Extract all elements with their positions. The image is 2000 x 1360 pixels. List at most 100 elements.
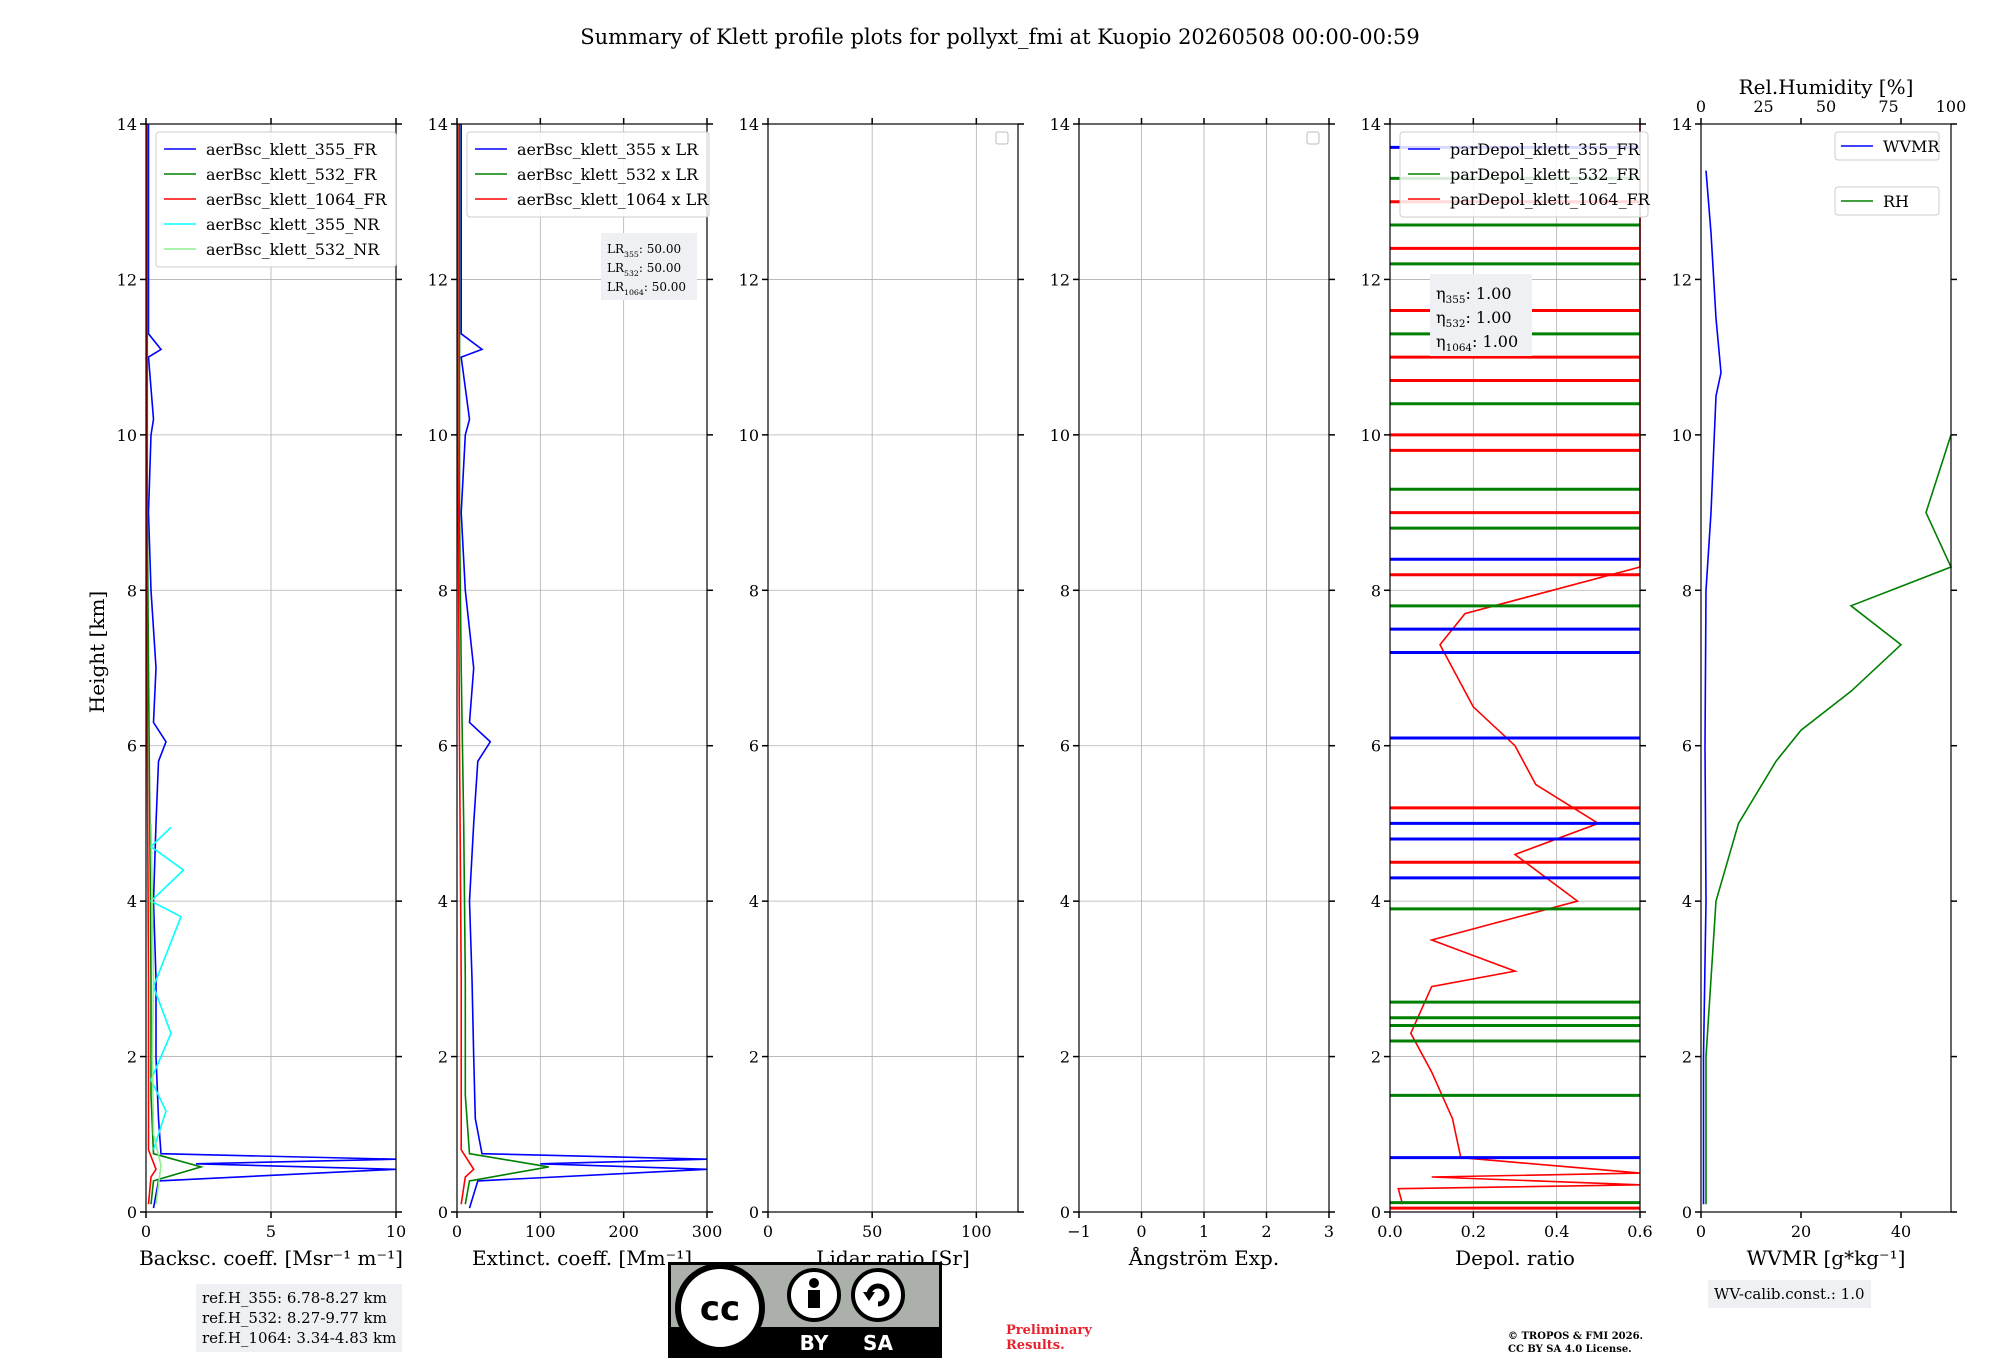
x-tick-label: 0.0 <box>1377 1222 1402 1241</box>
legend-bsc: aerBsc_klett_355_FR aerBsc_klett_532_FRae… <box>155 131 397 268</box>
x-tick-label: 40 <box>1891 1222 1911 1241</box>
x-axis-label: Backsc. coeff. [Msr⁻¹ m⁻¹] <box>139 1246 403 1270</box>
y-tick-label: 4 <box>1682 892 1692 911</box>
wv-calibration-box: WV-calib.const.: 1.0 <box>1708 1280 1871 1308</box>
y-tick-label: 2 <box>438 1048 448 1067</box>
y-tick-label: 12 <box>1361 270 1381 289</box>
legend-label: aerBsc_klett_355 x LR <box>517 140 699 159</box>
y-axis-label: Height [km] <box>85 591 109 713</box>
x-tick-label: 1 <box>1199 1222 1209 1241</box>
legend-label: WVMR <box>1883 137 1940 156</box>
y-tick-label: 6 <box>1371 737 1381 756</box>
panel-wv: 024681012140 20 40WVMR [g*kg⁻¹]0 25 50 75 100R… <box>1672 75 1967 1270</box>
series-RH <box>1705 434 1953 1205</box>
y-tick-label: 6 <box>749 737 759 756</box>
ref-height-1064: ref.H_1064: 3.34-4.83 km <box>202 1329 397 1347</box>
panel-lr: 024681012140 50 100Lidar ratio [Sr] <box>739 115 1024 1270</box>
preliminary-line-1: Preliminary <box>1006 1323 1092 1338</box>
y-tick-label: 10 <box>1672 426 1692 445</box>
x-axis-label: Extinct. coeff. [Mm⁻¹] <box>472 1246 692 1270</box>
legend-ext: aerBsc_klett_355 x LR aerBsc_klett_532 x … <box>466 131 710 218</box>
legend-label: aerBsc_klett_1064_FR <box>206 190 388 209</box>
y-tick-label: 12 <box>428 270 448 289</box>
series-aerBsc_klett_355_FR <box>147 124 397 1209</box>
empty-legend-box <box>995 131 1009 145</box>
y-tick-label: 12 <box>739 270 759 289</box>
y-tick-label: 10 <box>428 426 448 445</box>
y-tick-label: 4 <box>438 892 448 911</box>
y-tick-label: 2 <box>127 1048 137 1067</box>
y-tick-label: 6 <box>1060 737 1070 756</box>
y-tick-label: 14 <box>428 115 448 134</box>
legend-label: aerBsc_klett_532_FR <box>206 165 377 184</box>
x-axis-label: Depol. ratio <box>1455 1246 1575 1270</box>
panel-ext: 0 2 4 6 8 10 12 14 0 100 200 300Extinct. coeff. [Mm… <box>428 115 723 1270</box>
y-tick-label: 0 <box>438 1203 448 1222</box>
y-tick-label: 0 <box>1371 1203 1381 1222</box>
cc-by-sa-license-logo: cc BY SA <box>668 1262 942 1358</box>
y-tick-label: 0 <box>127 1203 137 1222</box>
lidar-ratio-box: LR355: 50.00LR532: 50.00LR1064: 50.00 <box>601 233 697 300</box>
y-tick-label: 4 <box>749 892 759 911</box>
x-tick-label: 200 <box>608 1222 639 1241</box>
x-tick-label: 0.6 <box>1627 1222 1652 1241</box>
y-tick-label: 4 <box>1371 892 1381 911</box>
y-tick-label: 6 <box>1682 737 1692 756</box>
y-tick-label: 2 <box>1060 1048 1070 1067</box>
top-tick-label: 50 <box>1816 97 1836 116</box>
y-tick-label: 10 <box>739 426 759 445</box>
y-tick-label: 10 <box>117 426 137 445</box>
panel-depol: 0 2 4 6 8 10 12 14 0.0 0.2 0.4 0.6 Depol. ratio parDe… <box>1361 115 1653 1270</box>
x-axis-label: WVMR [g*kg⁻¹] <box>1747 1246 1906 1270</box>
figure: Summary of Klett profile plots for polly… <box>85 25 1967 1270</box>
preliminary-line-2: Results. <box>1006 1338 1065 1353</box>
legend-label: parDepol_klett_1064_FR <box>1450 190 1651 209</box>
x-tick-label: −1 <box>1067 1222 1091 1241</box>
y-tick-label: 2 <box>1371 1048 1381 1067</box>
y-tick-label: 6 <box>438 737 448 756</box>
x-tick-label: 10 <box>386 1222 406 1241</box>
y-tick-label: 6 <box>127 737 137 756</box>
x-tick-label: 100 <box>961 1222 992 1241</box>
y-tick-label: 8 <box>438 581 448 600</box>
reference-height-box: ref.H_355: 6.78-8.27 km ref.H_532: 8.27-… <box>196 1284 403 1352</box>
eta-box: η355: 1.00η532: 1.00η1064: 1.00 <box>1430 274 1532 356</box>
x-tick-label: 0 <box>763 1222 773 1241</box>
x-tick-label: 300 <box>692 1222 723 1241</box>
y-tick-label: 12 <box>117 270 137 289</box>
y-tick-label: 14 <box>1361 115 1381 134</box>
legend-label: aerBsc_klett_355_NR <box>206 215 380 234</box>
legend-label: aerBsc_klett_355_FR <box>206 140 377 159</box>
x-tick-label: 0 <box>1136 1222 1146 1241</box>
share-alike-icon <box>851 1268 905 1322</box>
y-tick-label: 2 <box>1682 1048 1692 1067</box>
y-tick-label: 8 <box>749 581 759 600</box>
legend-depol: parDepol_klett_355_FR parDepol_klett_532_… <box>1399 131 1651 218</box>
legend-label: parDepol_klett_532_FR <box>1450 165 1641 184</box>
x-tick-label: 20 <box>1791 1222 1811 1241</box>
legend-label: RH <box>1883 192 1909 211</box>
license-sa: SA <box>863 1331 893 1355</box>
x-tick-label: 100 <box>525 1222 556 1241</box>
axes-frame <box>767 123 1019 1213</box>
y-tick-label: 12 <box>1050 270 1070 289</box>
top-tick-label: 25 <box>1753 97 1773 116</box>
x-tick-label: 2 <box>1261 1222 1271 1241</box>
preliminary-note: Preliminary Results. <box>1006 1323 1092 1353</box>
x-tick-label: 0 <box>452 1222 462 1241</box>
license-by: BY <box>800 1331 829 1355</box>
y-tick-label: 8 <box>1682 581 1692 600</box>
top-axis-label: Rel.Humidity [%] <box>1739 75 1914 99</box>
axes-frame <box>1700 123 1952 1213</box>
top-tick-label: 100 <box>1936 97 1967 116</box>
y-tick-label: 0 <box>1682 1203 1692 1222</box>
copyright-note: © TROPOS & FMI 2026. CC BY SA 4.0 Licens… <box>1508 1330 1643 1356</box>
y-tick-label: 14 <box>1050 115 1070 134</box>
legend-label: aerBsc_klett_1064 x LR <box>517 190 709 209</box>
x-axis-label: Ångström Exp. <box>1128 1245 1279 1270</box>
y-tick-label: 14 <box>1672 115 1692 134</box>
panel-bsc: 0 2 4 6 8 10 12 14 0 5 10 Backsc. coeff. [Msr⁻¹ m⁻¹… <box>117 115 407 1270</box>
x-tick-label: 0.2 <box>1461 1222 1486 1241</box>
x-tick-label: 50 <box>862 1222 882 1241</box>
x-tick-label: 0.4 <box>1544 1222 1569 1241</box>
